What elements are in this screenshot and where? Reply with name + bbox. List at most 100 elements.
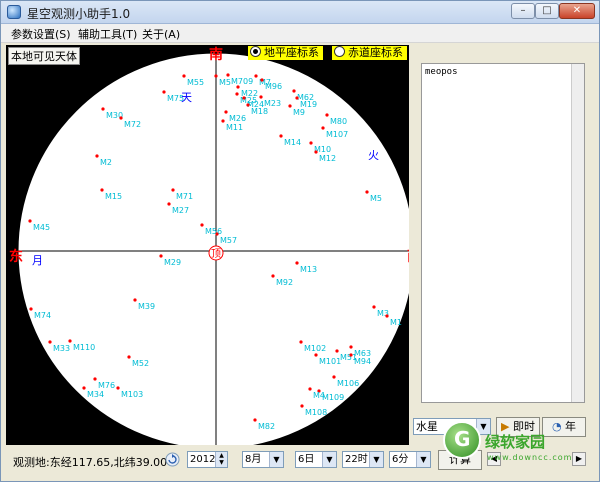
month-select[interactable]: 8月 ▼ [242,451,284,468]
object-label: M71 [176,192,193,201]
planet-select-value: 水星 [416,420,438,433]
object-dot [335,349,339,353]
menu-about[interactable]: 关于(A) [142,26,180,42]
object-dot [314,150,318,154]
object-label: M5 [219,78,231,87]
equatorial-coord-label: 赤道座标系 [348,46,403,59]
object-dot [101,107,105,111]
object-dot [82,386,86,390]
object-label: M96 [265,82,282,91]
object-dot [288,104,292,108]
forward-icon: ▶ [575,454,583,463]
chevron-down-icon[interactable]: ▼ [322,452,336,467]
object-dot [300,404,304,408]
object-label: M94 [354,357,371,366]
menu-tools[interactable]: 辅助工具(T) [78,26,137,42]
app-icon [7,5,21,19]
object-dot [236,85,240,89]
log-textbox[interactable]: meopos [421,63,585,403]
object-label: M106 [337,379,359,388]
object-label: M5 [370,194,382,203]
object-label: M101 [319,357,341,366]
object-label: M108 [305,408,327,417]
object-dot [162,90,166,94]
object-label: M709 [231,77,253,86]
minute-select[interactable]: 6分 ▼ [389,451,431,468]
south-label: 南 [209,46,223,63]
object-label: M103 [121,390,143,399]
close-button[interactable]: ✕ [559,3,595,19]
object-label: M45 [33,223,50,232]
hour-select[interactable]: 22时 ▼ [342,451,384,468]
chevron-down-icon[interactable]: ▼ [369,452,383,467]
object-label: M82 [258,422,275,431]
visible-objects-label: 本地可见天体 [8,47,80,65]
object-dot [332,375,336,379]
object-dot [133,298,137,302]
planet-label: 月 [32,254,43,267]
object-label: M12 [319,154,336,163]
year-value: 2012 [190,454,216,465]
chevron-down-icon[interactable]: ▼ [269,452,283,467]
menu-bar: 参数设置(S) 辅助工具(T) 关于(A) [1,24,599,43]
object-dot [365,190,369,194]
object-dot [226,73,230,77]
object-dot [167,202,171,206]
object-label: M74 [34,311,51,320]
year-spinbox[interactable]: 2012 ▲ ▼ [187,451,228,468]
planet-label: 天 [181,91,192,104]
chevron-down-icon[interactable]: ▼ [416,452,430,467]
refresh-icon[interactable] [165,452,180,467]
object-dot [349,345,353,349]
object-dot [295,261,299,265]
object-dot [221,119,225,123]
object-dot [235,92,239,96]
planet-select[interactable]: 水星 ▼ [413,418,491,435]
chevron-down-icon[interactable]: ▼ [476,419,490,434]
object-label: M92 [276,278,293,287]
object-dot [292,89,296,93]
year-button-label: 年 [565,420,577,433]
object-dot [93,377,97,381]
sky-map[interactable]: 顶南东西M55M75M30M72M2M15M71M27M45M29M39M74M… [6,45,409,445]
object-dot [299,340,303,344]
day-select[interactable]: 6日 ▼ [295,451,337,468]
object-dot [271,274,275,278]
object-dot [372,305,376,309]
menu-settings[interactable]: 参数设置(S) [11,26,71,42]
equatorial-radio-icon[interactable] [334,46,345,57]
object-label: M27 [172,206,189,215]
object-label: M29 [164,258,181,267]
object-dot [68,339,72,343]
object-label: M15 [105,192,122,201]
day-value: 6日 [298,454,315,465]
realtime-button[interactable]: ▶ 即时 [496,417,540,437]
object-dot [182,74,186,78]
year-button[interactable]: ◔ 年 [542,417,586,437]
object-dot [279,134,283,138]
object-dot [385,314,389,318]
object-dot [242,96,246,100]
maximize-button[interactable]: □ [535,3,559,19]
month-value: 8月 [245,454,262,465]
step-back-button[interactable]: ◀ [487,452,501,466]
object-dot [224,110,228,114]
sky-map-panel[interactable]: 顶南东西M55M75M30M72M2M15M71M27M45M29M39M74M… [6,45,409,445]
minimize-button[interactable]: – [511,3,535,19]
window-title: 星空观测小助手1.0 [27,7,131,21]
object-label: M18 [251,107,268,116]
object-dot [119,116,123,120]
object-dot [29,307,33,311]
realtime-button-label: 即时 [512,420,535,433]
horizontal-radio-icon[interactable] [250,46,261,57]
horizontal-coord-label: 地平座标系 [264,46,319,59]
object-label: M33 [53,344,70,353]
calculate-button[interactable]: 计算 [438,450,482,470]
log-scrollbar[interactable] [571,64,584,402]
planet-label: 火 [368,149,379,162]
step-forward-button[interactable]: ▶ [572,452,586,466]
object-label: M9 [293,108,305,117]
year-spin-icon[interactable]: ▲ ▼ [215,452,227,467]
equatorial-coord-option[interactable]: 赤道座标系 [332,46,407,60]
horizontal-coord-option[interactable]: 地平座标系 [248,46,323,60]
